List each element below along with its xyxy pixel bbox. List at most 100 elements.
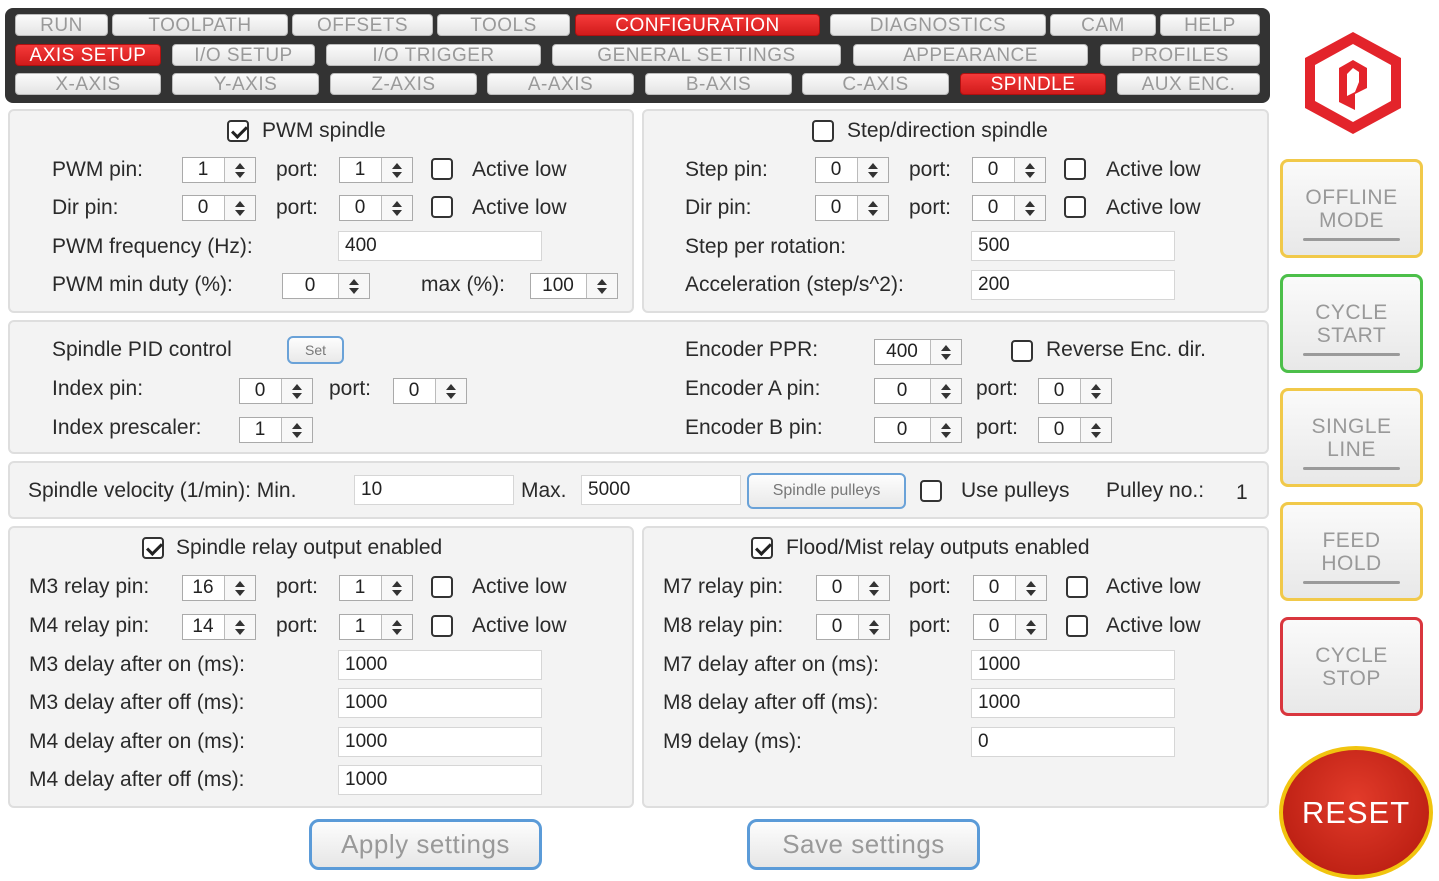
spin-arrows-icon[interactable] [381, 196, 412, 220]
single-line-button[interactable]: SINGLE LINE [1280, 388, 1423, 487]
encoder-b-pin-spinbox[interactable]: 0 [874, 417, 962, 443]
m8-active-low-checkbox[interactable] [1066, 615, 1088, 637]
pwm-min-duty-spinbox[interactable]: 0 [282, 273, 370, 299]
spin-arrows-icon[interactable] [338, 274, 369, 298]
pwm-active-low-checkbox[interactable] [431, 158, 453, 180]
m7-delay-on-input[interactable]: 1000 [971, 650, 1175, 680]
tab-cam[interactable]: CAM [1050, 14, 1156, 36]
offline-mode-button[interactable]: OFFLINE MODE [1280, 159, 1423, 258]
tab-run[interactable]: RUN [15, 14, 108, 36]
spin-arrows-icon[interactable] [281, 418, 312, 442]
pwm-max-duty-spinbox[interactable]: 100 [530, 273, 618, 299]
step-dir-port-spinbox[interactable]: 0 [972, 195, 1046, 221]
m4-delay-off-input[interactable]: 1000 [338, 765, 542, 795]
spin-arrows-icon[interactable] [435, 379, 466, 403]
step-port-spinbox[interactable]: 0 [972, 157, 1046, 183]
spin-arrows-icon[interactable] [857, 196, 888, 220]
spin-arrows-icon[interactable] [1015, 576, 1046, 600]
encoder-ppr-spinbox[interactable]: 400 [874, 339, 962, 365]
spin-arrows-icon[interactable] [858, 615, 889, 639]
step-active-low-checkbox[interactable] [1064, 158, 1086, 180]
spin-arrows-icon[interactable] [381, 615, 412, 639]
tab-z-axis[interactable]: Z-AXIS [330, 73, 477, 95]
spin-arrows-icon[interactable] [224, 196, 255, 220]
velocity-max-input[interactable]: 5000 [581, 475, 741, 505]
m8-relay-pin-spinbox[interactable]: 0 [816, 614, 890, 640]
spin-arrows-icon[interactable] [857, 158, 888, 182]
tab-general-settings[interactable]: GENERAL SETTINGS [552, 44, 841, 66]
m4-delay-on-input[interactable]: 1000 [338, 727, 542, 757]
m7-active-low-checkbox[interactable] [1066, 576, 1088, 598]
spin-arrows-icon[interactable] [1080, 379, 1111, 403]
tab-axis-setup[interactable]: AXIS SETUP [15, 44, 161, 66]
tab-x-axis[interactable]: X-AXIS [15, 73, 161, 95]
cycle-stop-button[interactable]: CYCLE STOP [1280, 617, 1423, 716]
spin-arrows-icon[interactable] [1080, 418, 1111, 442]
spin-arrows-icon[interactable] [224, 615, 255, 639]
tab-b-axis[interactable]: B-AXIS [645, 73, 792, 95]
m3-delay-on-input[interactable]: 1000 [338, 650, 542, 680]
tab-offsets[interactable]: OFFSETS [292, 14, 433, 36]
pwm-dir-port-spinbox[interactable]: 0 [339, 195, 413, 221]
m7-port-spinbox[interactable]: 0 [973, 575, 1047, 601]
spin-arrows-icon[interactable] [1015, 615, 1046, 639]
step-dir-pin-spinbox[interactable]: 0 [815, 195, 889, 221]
spin-arrows-icon[interactable] [381, 576, 412, 600]
m3-port-spinbox[interactable]: 1 [339, 575, 413, 601]
tab-io-trigger[interactable]: I/O TRIGGER [326, 44, 541, 66]
spin-arrows-icon[interactable] [586, 274, 617, 298]
reverse-encoder-checkbox[interactable] [1011, 340, 1033, 362]
tab-appearance[interactable]: APPEARANCE [853, 44, 1088, 66]
spindle-relay-checkbox[interactable] [142, 537, 164, 559]
spin-arrows-icon[interactable] [1014, 158, 1045, 182]
spindle-pulleys-button[interactable]: Spindle pulleys [747, 473, 906, 509]
tab-help[interactable]: HELP [1160, 14, 1260, 36]
step-per-rotation-input[interactable]: 500 [971, 231, 1175, 261]
tab-tools[interactable]: TOOLS [437, 14, 570, 36]
index-prescaler-spinbox[interactable]: 1 [239, 417, 313, 443]
m3-active-low-checkbox[interactable] [431, 576, 453, 598]
pwm-frequency-input[interactable]: 400 [338, 231, 542, 261]
pwm-pin-spinbox[interactable]: 1 [182, 157, 256, 183]
spin-arrows-icon[interactable] [930, 340, 961, 364]
tab-profiles[interactable]: PROFILES [1100, 44, 1260, 66]
use-pulleys-checkbox[interactable] [920, 480, 942, 502]
tab-aux-enc[interactable]: AUX ENC. [1117, 73, 1260, 95]
tab-toolpath[interactable]: TOOLPATH [112, 14, 288, 36]
reset-button[interactable]: RESET [1279, 746, 1433, 879]
tab-configuration[interactable]: CONFIGURATION [575, 14, 820, 36]
apply-settings-button[interactable]: Apply settings [309, 819, 542, 870]
pwm-spindle-checkbox[interactable] [227, 120, 249, 142]
m4-active-low-checkbox[interactable] [431, 615, 453, 637]
m3-relay-pin-spinbox[interactable]: 16 [182, 575, 256, 601]
m9-delay-input[interactable]: 0 [971, 727, 1175, 757]
tab-spindle[interactable]: SPINDLE [960, 73, 1106, 95]
tab-y-axis[interactable]: Y-AXIS [172, 73, 319, 95]
velocity-min-input[interactable]: 10 [354, 475, 514, 505]
spin-arrows-icon[interactable] [224, 576, 255, 600]
spin-arrows-icon[interactable] [1014, 196, 1045, 220]
encoder-a-pin-spinbox[interactable]: 0 [874, 378, 962, 404]
save-settings-button[interactable]: Save settings [747, 819, 980, 870]
step-pin-spinbox[interactable]: 0 [815, 157, 889, 183]
m4-port-spinbox[interactable]: 1 [339, 614, 413, 640]
spin-arrows-icon[interactable] [281, 379, 312, 403]
cycle-start-button[interactable]: CYCLE START [1280, 274, 1423, 373]
index-port-spinbox[interactable]: 0 [393, 378, 467, 404]
tab-diagnostics[interactable]: DIAGNOSTICS [830, 14, 1046, 36]
encoder-b-port-spinbox[interactable]: 0 [1038, 417, 1112, 443]
pid-set-button[interactable]: Set [287, 336, 344, 364]
m7-relay-pin-spinbox[interactable]: 0 [816, 575, 890, 601]
spin-arrows-icon[interactable] [858, 576, 889, 600]
m8-delay-off-input[interactable]: 1000 [971, 688, 1175, 718]
pwm-port-spinbox[interactable]: 1 [339, 157, 413, 183]
encoder-a-port-spinbox[interactable]: 0 [1038, 378, 1112, 404]
pwm-dir-pin-spinbox[interactable]: 0 [182, 195, 256, 221]
tab-a-axis[interactable]: A-AXIS [487, 73, 634, 95]
spin-arrows-icon[interactable] [381, 158, 412, 182]
index-pin-spinbox[interactable]: 0 [239, 378, 313, 404]
m4-relay-pin-spinbox[interactable]: 14 [182, 614, 256, 640]
step-dir-active-low-checkbox[interactable] [1064, 196, 1086, 218]
tab-io-setup[interactable]: I/O SETUP [172, 44, 315, 66]
step-spindle-checkbox[interactable] [812, 120, 834, 142]
